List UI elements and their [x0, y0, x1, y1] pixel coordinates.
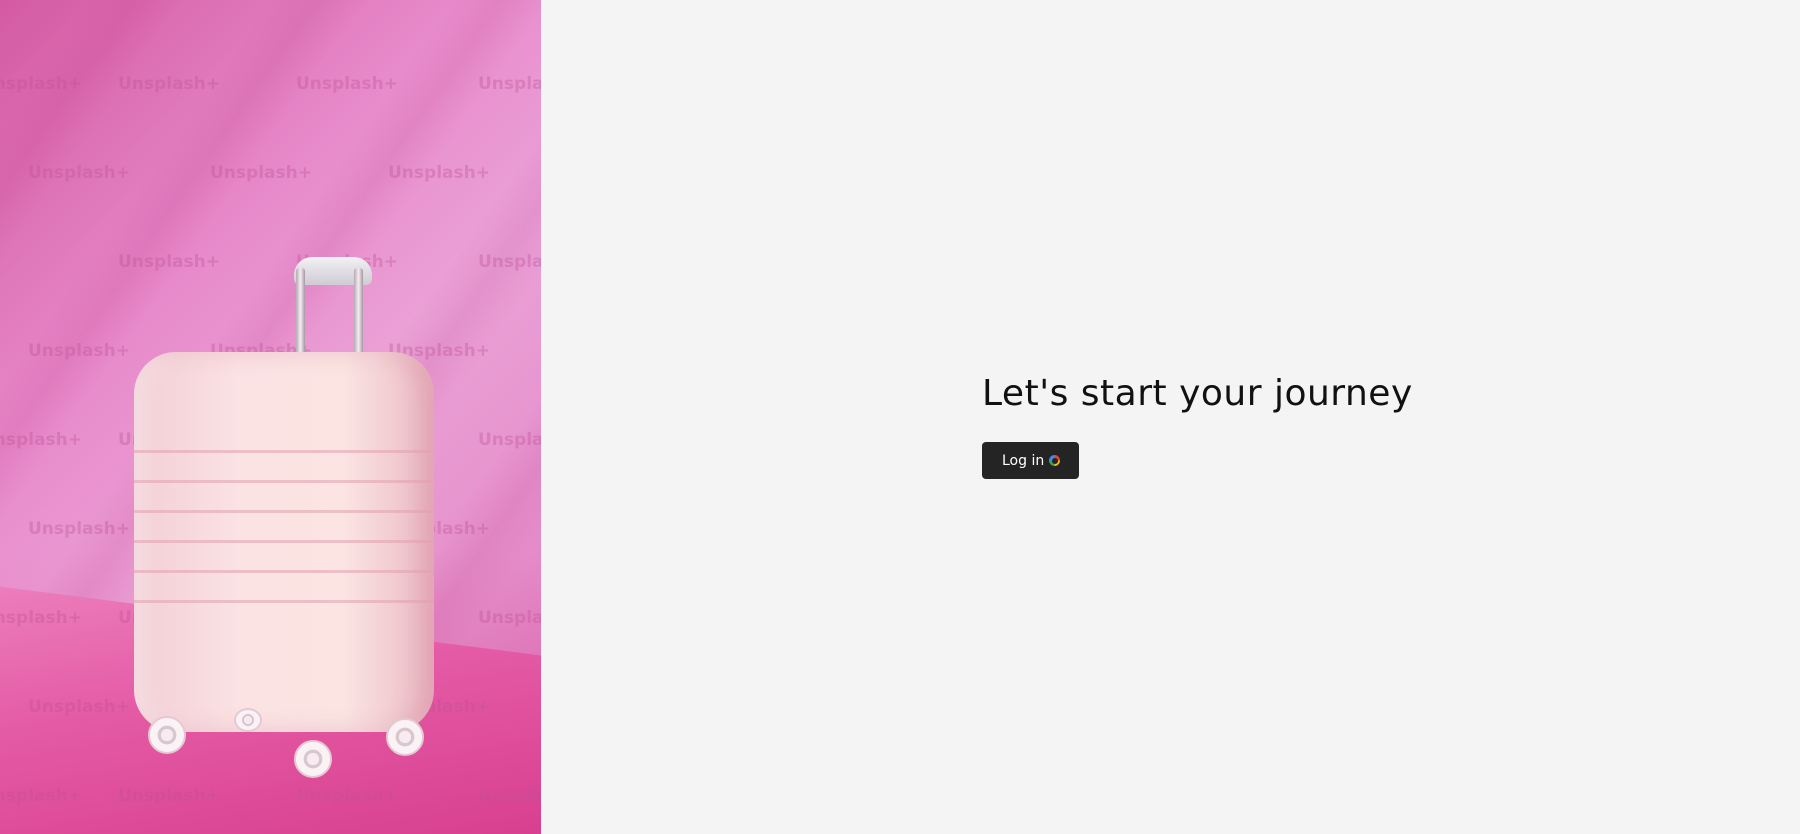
watermark: Unsplash+ — [478, 786, 541, 806]
page-title: Let's start your journey — [982, 373, 1413, 414]
hero-image: Unsplash+ Unsplash+ Unsplash+ Unsplash+ … — [0, 0, 541, 834]
watermark: Unsplash+ — [28, 697, 130, 717]
suitcase-wheel — [148, 716, 186, 754]
suitcase-wheel — [294, 740, 332, 778]
suitcase-rib — [134, 450, 434, 453]
suitcase-illustration — [134, 250, 444, 790]
watermark: Unsplash+ — [28, 341, 130, 361]
watermark: Unsplash+ — [210, 163, 312, 183]
suitcase-wheel — [386, 718, 424, 756]
watermark: Unsplash+ — [478, 74, 541, 94]
watermark: Unsplash+ — [0, 608, 82, 628]
login-button[interactable]: Log in — [982, 442, 1080, 479]
watermark: Unsplash+ — [28, 519, 130, 539]
google-icon — [1049, 455, 1061, 466]
watermark: Unsplash+ — [478, 252, 541, 272]
watermark: Unsplash+ — [388, 163, 490, 183]
watermark: Unsplash+ — [118, 74, 220, 94]
suitcase-wheel — [234, 708, 262, 732]
login-form: Let's start your journey Log in — [982, 368, 1413, 479]
watermark: Unsplash+ — [0, 74, 82, 94]
watermark: Unsplash+ — [0, 430, 82, 450]
login-panel: Let's start your journey Log in — [541, 0, 1800, 834]
watermark: Unsplash+ — [478, 608, 541, 628]
watermark: Unsplash+ — [28, 163, 130, 183]
login-button-label: Log in — [1002, 452, 1045, 469]
suitcase-rib — [134, 510, 434, 513]
watermark: Unsplash+ — [0, 786, 82, 806]
suitcase-rib — [134, 570, 434, 573]
suitcase-body — [134, 352, 434, 732]
page: Unsplash+ Unsplash+ Unsplash+ Unsplash+ … — [0, 0, 1800, 834]
watermark: Unsplash+ — [296, 74, 398, 94]
suitcase-rib — [134, 600, 434, 603]
suitcase-rib — [134, 540, 434, 543]
suitcase-rib — [134, 480, 434, 483]
watermark: Unsplash+ — [478, 430, 541, 450]
